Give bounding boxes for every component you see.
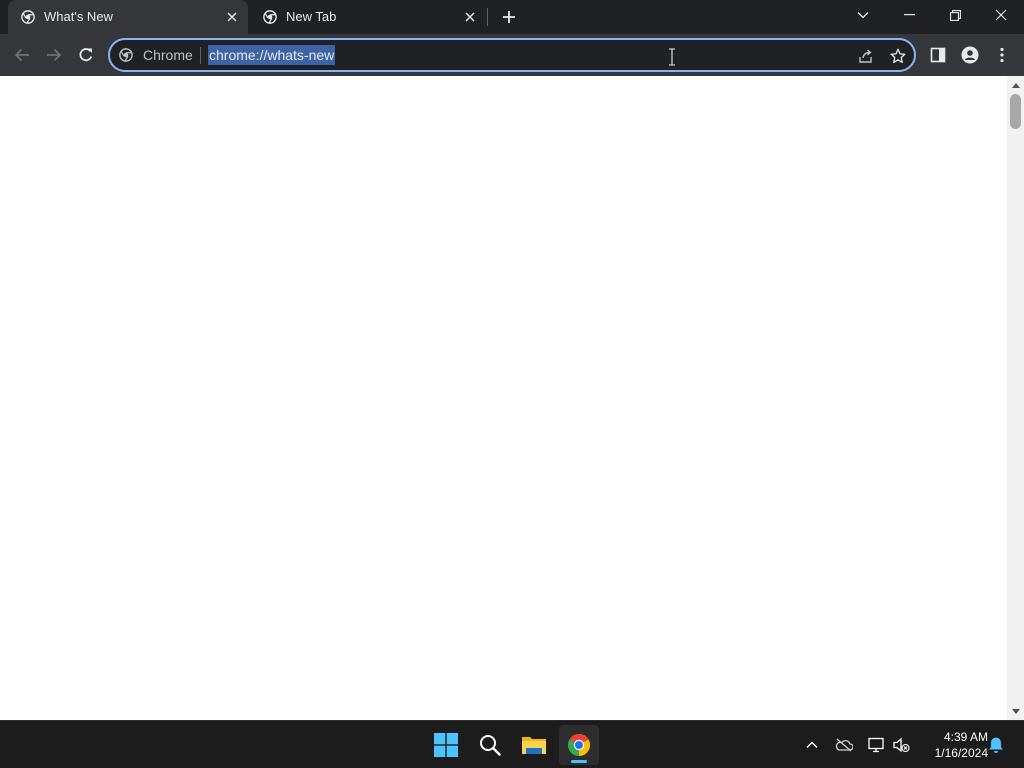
file-explorer-icon: [522, 737, 546, 754]
url-text[interactable]: chrome://whats-new: [208, 45, 336, 65]
address-bar[interactable]: Chrome chrome://whats-new: [108, 38, 916, 72]
restore-icon: [949, 9, 961, 21]
taskbar-clock[interactable]: 4:39 AM 1/16/2024: [918, 729, 988, 761]
profile-button[interactable]: [958, 43, 982, 67]
scroll-down-arrow-icon[interactable]: [1007, 704, 1024, 718]
page-content: [0, 76, 1007, 720]
restore-button[interactable]: [932, 0, 978, 30]
new-tab-button[interactable]: [498, 6, 520, 28]
chrome-icon: [263, 10, 277, 24]
volume-tray-button[interactable]: [891, 735, 911, 755]
text-cursor-icon: [669, 48, 675, 66]
chrome-menu-button[interactable]: [990, 43, 1014, 67]
show-hidden-icons-button[interactable]: [802, 735, 822, 755]
scroll-up-arrow-icon[interactable]: [1007, 78, 1024, 92]
close-icon: [995, 9, 1007, 21]
share-icon: [859, 49, 872, 63]
scroll-thumb[interactable]: [1010, 94, 1021, 129]
minimize-button[interactable]: [886, 0, 932, 30]
arrow-left-icon: [14, 48, 29, 62]
tab-title: What's New: [44, 9, 113, 24]
tab-strip: What's New New Tab: [0, 0, 1024, 34]
tab-title: New Tab: [286, 9, 337, 24]
running-indicator: [571, 760, 587, 763]
search-icon: [480, 735, 501, 756]
tab-whats-new[interactable]: What's New: [8, 0, 248, 34]
tab-search-button[interactable]: [840, 0, 886, 30]
minimize-icon: [903, 14, 915, 16]
site-chip-label[interactable]: Chrome: [143, 47, 193, 63]
file-explorer-button[interactable]: [514, 725, 554, 765]
vertical-scrollbar[interactable]: [1007, 76, 1024, 720]
close-icon[interactable]: [462, 9, 478, 25]
tab-separator: [487, 8, 488, 26]
network-tray-button[interactable]: [866, 735, 886, 755]
start-button[interactable]: [426, 725, 466, 765]
back-button[interactable]: [10, 43, 34, 67]
arrow-right-icon: [47, 48, 62, 62]
windows-start-icon: [434, 733, 458, 757]
clock-time: 4:39 AM: [943, 730, 988, 744]
reload-button[interactable]: [74, 43, 98, 67]
volume-muted-icon: [893, 737, 910, 753]
side-panel-icon: [930, 47, 946, 63]
close-icon[interactable]: [224, 9, 240, 25]
omnibox-divider: [200, 47, 201, 64]
taskbar-search-button[interactable]: [470, 725, 510, 765]
chevron-up-icon: [806, 741, 818, 748]
person-icon: [961, 46, 979, 64]
notifications-button[interactable]: [986, 735, 1006, 755]
chrome-taskbar-button[interactable]: [559, 725, 599, 765]
windows-taskbar: 4:39 AM 1/16/2024: [0, 720, 1024, 768]
close-window-button[interactable]: [978, 0, 1024, 30]
chrome-icon: [567, 733, 591, 756]
network-icon: [868, 737, 884, 753]
browser-toolbar: Chrome chrome://whats-new: [0, 34, 1024, 76]
share-button[interactable]: [856, 46, 876, 66]
chrome-icon: [119, 48, 133, 62]
tab-new-tab[interactable]: New Tab: [250, 0, 486, 34]
chrome-icon: [21, 10, 35, 24]
clock-date: 1/16/2024: [934, 746, 988, 760]
onedrive-icon: [835, 738, 853, 752]
bookmark-button[interactable]: [888, 46, 908, 66]
reload-icon: [79, 48, 93, 62]
star-icon: [890, 48, 906, 64]
side-panel-button[interactable]: [926, 43, 950, 67]
chevron-down-icon: [857, 12, 869, 19]
forward-button[interactable]: [42, 43, 66, 67]
onedrive-tray-button[interactable]: [834, 735, 854, 755]
plus-icon: [503, 11, 515, 23]
notification-bell-icon: [989, 737, 1003, 753]
kebab-menu-icon: [1000, 47, 1004, 63]
